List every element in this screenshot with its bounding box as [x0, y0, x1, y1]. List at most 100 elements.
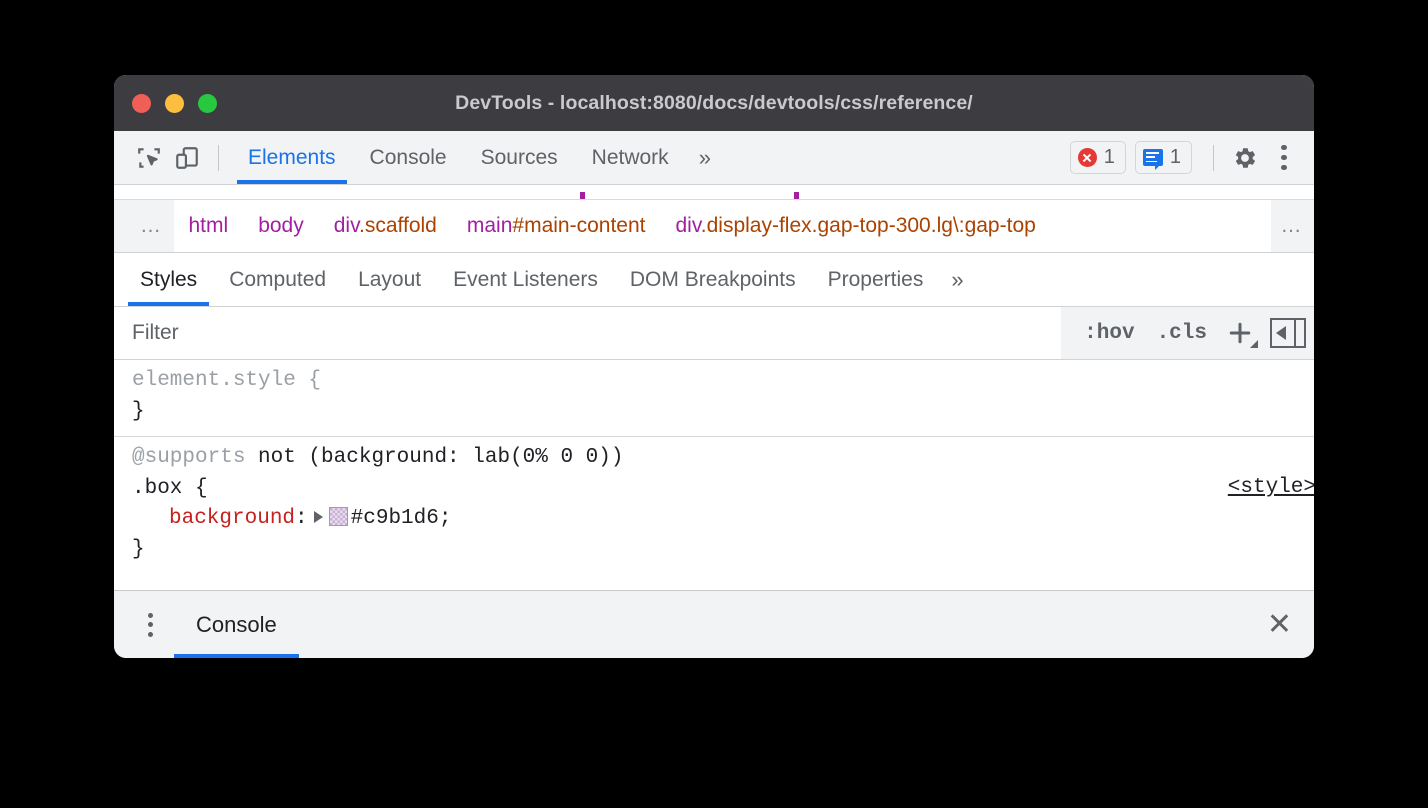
tab-network-label: Network	[592, 146, 669, 170]
tab-console-label: Console	[370, 146, 447, 170]
declaration-property[interactable]: background	[132, 507, 295, 530]
filter-input[interactable]	[114, 307, 1061, 359]
breadcrumb-overflow-left[interactable]: …	[130, 214, 174, 238]
tab-elements-label: Elements	[248, 146, 336, 170]
breadcrumb-track: html body div.scaffold main#main-content…	[174, 200, 1271, 252]
styles-rules-list: element.style { } @supports not (backgro…	[114, 360, 1314, 572]
kebab-menu-icon[interactable]	[1268, 145, 1300, 171]
filter-toolbar-buttons: :hov .cls	[1061, 307, 1314, 359]
rule-at-rule-line: @supports not (background: lab(0% 0 0))	[132, 443, 1314, 474]
rule-close-brace: }	[132, 397, 1314, 428]
window-title: DevTools - localhost:8080/docs/devtools/…	[114, 92, 1314, 115]
tab-console[interactable]: Console	[353, 131, 464, 184]
tab-sources[interactable]: Sources	[464, 131, 575, 184]
rule-selector-line: .box {	[132, 474, 1314, 505]
error-count: 1	[1104, 146, 1115, 169]
breadcrumb-item-name: body	[258, 214, 304, 237]
breadcrumb-item-name: html	[189, 214, 229, 237]
breadcrumb-item-suffix: .scaffold	[359, 214, 437, 237]
tab-layout-label: Layout	[358, 268, 421, 292]
new-style-rule-button[interactable]	[1220, 315, 1260, 351]
breadcrumb-item-div-display-flex[interactable]: div.display-flex.gap-top-300.lg\:gap-top	[660, 214, 1050, 238]
error-count-badge[interactable]: 1	[1070, 141, 1126, 174]
tab-computed-label: Computed	[229, 268, 326, 292]
message-count-badge[interactable]: 1	[1135, 141, 1192, 174]
tab-dom-breakpoints-label: DOM Breakpoints	[630, 268, 796, 292]
toggle-pseudo-states-button[interactable]: :hov	[1075, 322, 1143, 345]
drawer-tab-console-label: Console	[196, 612, 277, 638]
toolbar-divider	[218, 145, 219, 171]
at-rule-condition: not (background: lab(0% 0 0))	[245, 446, 623, 469]
devtools-main-toolbar: Elements Console Sources Network » 1	[114, 131, 1314, 185]
rule-open-brace: {	[296, 369, 321, 392]
toolbar-right-group: 1 1	[1070, 141, 1314, 175]
breadcrumb-item-suffix: #main-content	[512, 214, 645, 237]
rule-close-brace: }	[132, 535, 1314, 566]
devtools-window: DevTools - localhost:8080/docs/devtools/…	[114, 75, 1314, 658]
breadcrumb-item-name: div	[675, 214, 700, 237]
declaration-value[interactable]: #c9b1d6;	[351, 507, 452, 530]
traffic-lights	[132, 94, 217, 113]
window-titlebar: DevTools - localhost:8080/docs/devtools/…	[114, 75, 1314, 131]
stylesheet-origin-link[interactable]: <style>	[1228, 473, 1314, 504]
rule-selector-line: element.style {	[132, 366, 1314, 397]
toolbar-divider-right	[1213, 145, 1214, 171]
more-pane-tabs-chevron-icon[interactable]: »	[939, 253, 975, 306]
breadcrumb-item-div-scaffold[interactable]: div.scaffold	[319, 214, 452, 238]
zoom-window-button[interactable]	[198, 94, 217, 113]
breadcrumb-item-name: main	[467, 214, 513, 237]
tab-network[interactable]: Network	[575, 131, 686, 184]
rule-selector[interactable]: element.style	[132, 369, 296, 392]
message-bubble-icon	[1143, 149, 1163, 166]
minimize-window-button[interactable]	[165, 94, 184, 113]
breadcrumb: … html body div.scaffold main#main-conte…	[114, 199, 1314, 253]
tab-computed[interactable]: Computed	[213, 253, 342, 306]
toggle-sidebar-arrow	[1276, 326, 1286, 340]
tab-dom-breakpoints[interactable]: DOM Breakpoints	[614, 253, 812, 306]
expand-triangle-icon[interactable]	[314, 511, 323, 523]
device-toolbar-icon[interactable]	[168, 141, 206, 175]
rule-open-brace: {	[182, 477, 207, 500]
breadcrumb-item-html[interactable]: html	[174, 214, 244, 238]
panel-tab-list: Elements Console Sources Network »	[231, 131, 724, 184]
gear-icon[interactable]	[1226, 141, 1264, 175]
tab-event-listeners[interactable]: Event Listeners	[437, 253, 614, 306]
rule-selector[interactable]: .box	[132, 477, 182, 500]
css-declaration-background[interactable]: background: #c9b1d6;	[132, 504, 1314, 535]
drawer-tab-console[interactable]: Console	[174, 591, 299, 658]
tab-layout[interactable]: Layout	[342, 253, 437, 306]
tab-styles[interactable]: Styles	[124, 253, 213, 306]
close-window-button[interactable]	[132, 94, 151, 113]
declaration-colon: :	[295, 507, 308, 530]
style-rule-box-supports[interactable]: @supports not (background: lab(0% 0 0)) …	[114, 436, 1314, 572]
tab-event-listeners-label: Event Listeners	[453, 268, 598, 292]
toggle-sidebar-bar	[1294, 320, 1296, 346]
tab-elements[interactable]: Elements	[231, 131, 353, 184]
close-icon[interactable]: ✕	[1267, 610, 1292, 640]
drawer-kebab-menu-icon[interactable]	[132, 613, 168, 637]
styles-filter-toolbar: :hov .cls	[114, 307, 1314, 360]
error-circle-icon	[1078, 148, 1097, 167]
tab-properties-label: Properties	[828, 268, 924, 292]
at-rule-keyword: @supports	[132, 446, 245, 469]
breadcrumb-item-name: div	[334, 214, 359, 237]
message-count: 1	[1170, 146, 1181, 169]
screen: DevTools - localhost:8080/docs/devtools/…	[0, 0, 1428, 808]
color-swatch-icon[interactable]	[329, 507, 348, 526]
toggle-sidebar-icon[interactable]	[1270, 318, 1306, 348]
styles-pane-tab-list: Styles Computed Layout Event Listeners D…	[114, 253, 1314, 307]
breadcrumb-overflow-right[interactable]: …	[1271, 214, 1315, 238]
dom-tree-fragment	[580, 192, 585, 199]
more-panels-chevron-icon[interactable]: »	[686, 131, 724, 184]
dom-tree-clipped-row	[114, 185, 1314, 199]
dropdown-triangle-icon	[1250, 340, 1258, 348]
breadcrumb-item-main-content[interactable]: main#main-content	[452, 214, 661, 238]
console-drawer: Console ✕	[114, 590, 1314, 658]
tab-properties[interactable]: Properties	[812, 253, 940, 306]
tab-sources-label: Sources	[481, 146, 558, 170]
toggle-class-editor-button[interactable]: .cls	[1148, 322, 1216, 345]
breadcrumb-item-body[interactable]: body	[243, 214, 319, 238]
breadcrumb-item-suffix: .display-flex.gap-top-300.lg\:gap-top	[701, 214, 1036, 237]
inspect-element-icon[interactable]	[130, 141, 168, 175]
style-rule-element-style[interactable]: element.style { }	[114, 360, 1314, 436]
